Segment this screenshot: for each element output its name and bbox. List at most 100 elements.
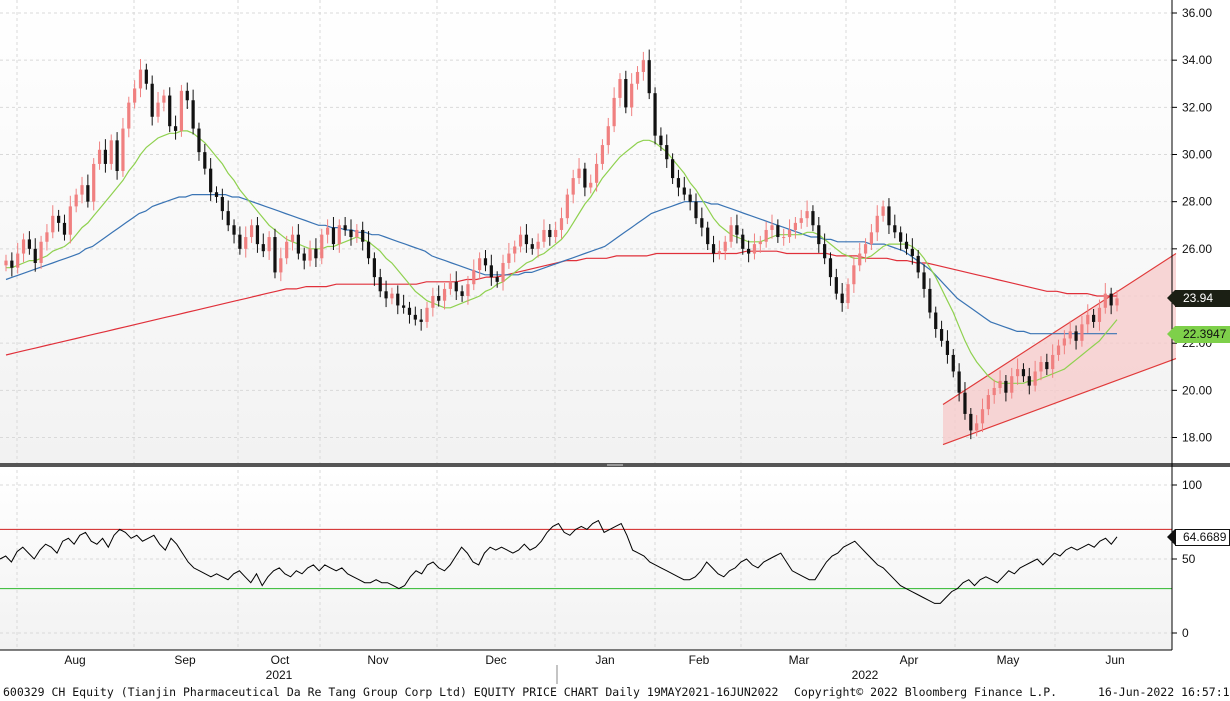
candle-body — [747, 248, 751, 254]
candle-body — [682, 187, 686, 195]
candle-body — [659, 135, 663, 146]
candle-body — [612, 97, 616, 127]
candle-body — [109, 140, 113, 164]
candle-body — [764, 229, 768, 242]
candle-body — [647, 60, 651, 94]
candle-body — [554, 229, 558, 238]
candle-body — [51, 215, 55, 233]
candle-body — [384, 291, 388, 299]
candle-body — [752, 244, 757, 254]
candle-body — [548, 229, 552, 238]
candle-body — [1086, 314, 1090, 325]
year-label: 2022 — [852, 668, 879, 682]
candle-body — [887, 206, 891, 226]
candle-body — [220, 196, 224, 212]
candle-body — [489, 265, 493, 278]
candle-body — [244, 237, 248, 249]
candle-body — [817, 225, 821, 245]
candle-body — [1051, 354, 1055, 370]
candle-body — [963, 392, 967, 414]
candle-body — [68, 206, 72, 235]
candle-body — [688, 194, 692, 202]
y-tick-label: 30.00 — [1182, 148, 1212, 162]
candle-body — [635, 71, 640, 84]
y-tick-label: 32.00 — [1182, 100, 1212, 114]
candle-body — [343, 225, 347, 230]
candle-body — [706, 227, 710, 245]
candle-body — [793, 222, 798, 230]
candle-body — [518, 234, 523, 247]
candle-body — [594, 163, 599, 183]
year-label: 2021 — [266, 668, 293, 682]
candle-body — [606, 126, 610, 146]
rsi-value-tag: 64.6689 — [1167, 529, 1230, 546]
candle-body — [1074, 331, 1078, 341]
candle-body — [524, 234, 529, 245]
candle-body — [939, 329, 944, 341]
x-tick-label: Nov — [367, 653, 388, 667]
candle-body — [103, 149, 108, 164]
candle-body — [741, 234, 745, 249]
x-tick-label: Jan — [595, 653, 614, 667]
candle-body — [1021, 369, 1026, 377]
candle-body — [992, 387, 996, 396]
candle-body — [413, 314, 417, 320]
x-tick-label: May — [997, 653, 1020, 667]
x-tick-label: Apr — [900, 653, 919, 667]
x-tick-label: Dec — [485, 653, 506, 667]
candle-body — [314, 248, 318, 259]
candle-body — [325, 227, 330, 235]
candle-body — [472, 270, 476, 285]
candle-body — [869, 232, 874, 245]
candle-body — [320, 234, 324, 259]
y-tick-label: 28.00 — [1182, 195, 1212, 209]
candle-body — [875, 215, 879, 233]
y-tick-label: 18.00 — [1182, 431, 1212, 445]
x-tick-label: Sep — [174, 653, 196, 667]
candle-body — [1027, 376, 1031, 386]
candle-body — [115, 140, 119, 172]
candle-body — [4, 260, 8, 266]
candle-body — [600, 145, 605, 164]
candle-body — [466, 284, 470, 296]
candle-body — [1068, 331, 1072, 339]
candle-body — [858, 253, 862, 266]
candle-body — [805, 211, 809, 219]
candle-body — [390, 293, 394, 299]
candle-body — [45, 232, 49, 242]
candle-body — [209, 168, 213, 193]
candle-body — [483, 258, 488, 266]
candle-body — [273, 237, 277, 273]
candle-body — [1004, 380, 1008, 393]
candle-body — [203, 152, 207, 169]
candle-body — [349, 229, 353, 238]
candle-body — [899, 232, 903, 242]
candle-body — [62, 222, 67, 235]
rsi-y-tick-label: 0 — [1182, 626, 1189, 640]
candle-body — [308, 248, 312, 261]
candle-body — [916, 255, 920, 273]
candle-body — [776, 225, 780, 238]
y-tick-label: 36.00 — [1182, 6, 1212, 20]
candle-body — [1010, 376, 1014, 393]
candle-body — [296, 234, 300, 254]
candle-body — [863, 244, 868, 254]
candle-body — [840, 293, 844, 304]
candle-body — [513, 246, 517, 254]
candle-body — [495, 277, 499, 282]
candle-body — [910, 248, 914, 256]
candle-body — [630, 83, 634, 108]
candle-body — [945, 340, 950, 355]
candle-body — [285, 241, 289, 259]
candle-body — [571, 178, 575, 195]
candle-body — [723, 241, 727, 252]
candle-body — [717, 251, 721, 254]
candle-body — [249, 225, 254, 238]
candle-body — [431, 296, 435, 308]
candle-body — [144, 69, 148, 84]
candle-body — [138, 69, 143, 89]
candle-body — [998, 380, 1002, 388]
candle-body — [27, 239, 31, 249]
candle-body — [21, 239, 26, 254]
candle-body — [80, 185, 84, 195]
